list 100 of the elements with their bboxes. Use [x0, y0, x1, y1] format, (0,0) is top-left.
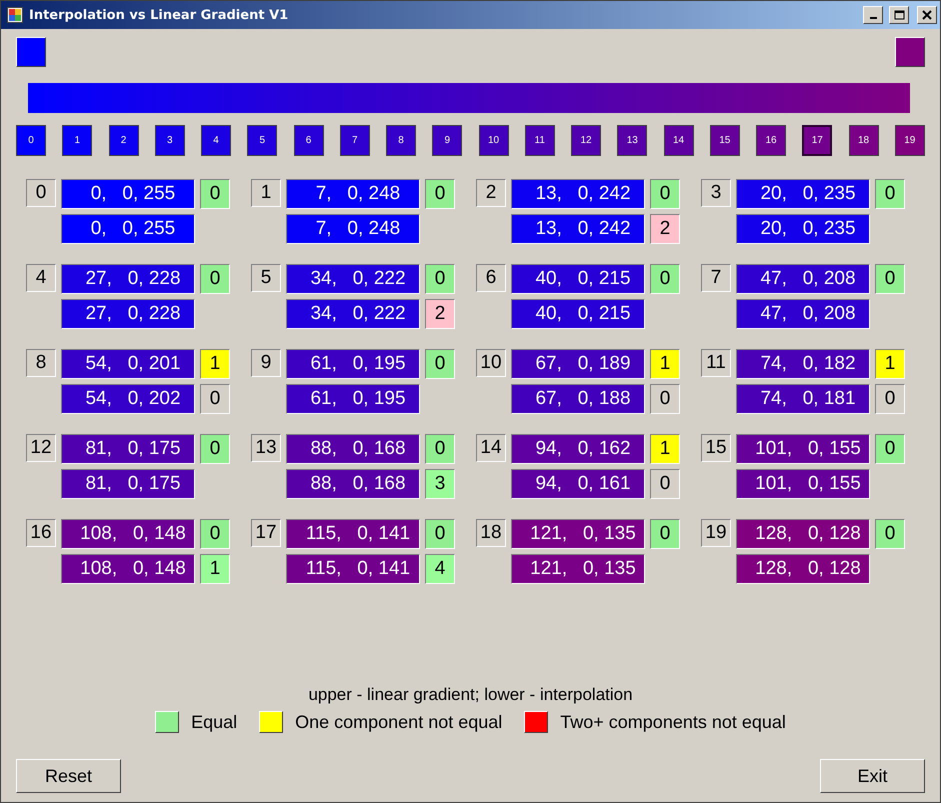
- difference-count: 0: [200, 384, 230, 414]
- legend-label: One component not equal: [295, 712, 502, 732]
- gradient-value: 47, 0, 208: [736, 264, 870, 294]
- difference-count: 0: [875, 264, 905, 294]
- color-swatch[interactable]: 17: [802, 125, 832, 156]
- difference-count: 0: [425, 349, 455, 379]
- difference-count: 0: [650, 469, 680, 499]
- color-swatch[interactable]: 4: [201, 125, 231, 156]
- window-title: Interpolation vs Linear Gradient V1: [29, 8, 290, 22]
- exit-button[interactable]: Exit: [820, 759, 925, 793]
- color-swatch[interactable]: 6: [294, 125, 324, 156]
- difference-count: 0: [425, 264, 455, 294]
- gradient-value: 108, 0, 148: [61, 519, 195, 549]
- index-label: 8: [26, 349, 56, 377]
- legend-label: Two+ components not equal: [560, 712, 786, 732]
- interpolated-value: 47, 0, 208: [736, 299, 870, 329]
- interpolated-value: 13, 0, 242: [511, 214, 645, 244]
- index-label: 9: [251, 349, 281, 377]
- minimize-icon: [870, 17, 876, 19]
- index-label: 3: [701, 179, 731, 207]
- interpolated-value: 128, 0, 128: [736, 554, 870, 584]
- maximize-button[interactable]: [889, 6, 909, 24]
- color-swatch[interactable]: 2: [108, 125, 138, 156]
- difference-count: 0: [650, 384, 680, 414]
- app-icon: [7, 7, 23, 23]
- color-swatch[interactable]: 7: [340, 125, 370, 156]
- index-label: 13: [251, 434, 281, 462]
- interpolated-value: 7, 0, 248: [286, 214, 420, 244]
- color-swatch[interactable]: 1: [62, 125, 92, 156]
- index-label: 5: [251, 264, 281, 292]
- color-swatch[interactable]: 9: [432, 125, 462, 156]
- color-swatch[interactable]: 18: [848, 125, 878, 156]
- gradient-value: 115, 0, 141: [286, 519, 420, 549]
- color-swatch[interactable]: 16: [756, 125, 786, 156]
- difference-count: 1: [650, 349, 680, 379]
- interpolated-value: 74, 0, 181: [736, 384, 870, 414]
- difference-count: 0: [875, 434, 905, 464]
- index-label: 10: [476, 349, 506, 377]
- color-swatch[interactable]: 10: [478, 125, 508, 156]
- index-label: 11: [701, 349, 731, 377]
- color-swatch[interactable]: 0: [16, 125, 46, 156]
- gradient-value: 74, 0, 182: [736, 349, 870, 379]
- start-color-swatch[interactable]: [16, 37, 46, 67]
- difference-count: 0: [875, 384, 905, 414]
- difference-count: 4: [425, 554, 455, 584]
- index-label: 19: [701, 519, 731, 547]
- difference-count: 1: [650, 434, 680, 464]
- interpolated-value: 81, 0, 175: [61, 469, 195, 499]
- gradient-value: 54, 0, 201: [61, 349, 195, 379]
- gradient-value: 101, 0, 155: [736, 434, 870, 464]
- color-swatch[interactable]: 11: [524, 125, 555, 156]
- color-swatch[interactable]: 12: [571, 125, 601, 156]
- index-label: 0: [26, 179, 56, 207]
- minimize-button[interactable]: [863, 6, 883, 24]
- interpolated-value: 115, 0, 141: [286, 554, 420, 584]
- difference-count: 2: [425, 299, 455, 329]
- color-swatch[interactable]: 14: [664, 125, 694, 156]
- index-label: 17: [251, 519, 281, 547]
- end-color-swatch[interactable]: [895, 37, 925, 67]
- index-label: 1: [251, 179, 281, 207]
- color-swatch[interactable]: 5: [247, 125, 278, 156]
- color-swatch[interactable]: 13: [617, 125, 648, 156]
- difference-count: 0: [425, 179, 455, 209]
- interpolated-value: 61, 0, 195: [286, 384, 420, 414]
- gradient-value: 40, 0, 215: [511, 264, 645, 294]
- gradient-value: 81, 0, 175: [61, 434, 195, 464]
- gradient-value: 88, 0, 168: [286, 434, 420, 464]
- difference-count: 1: [200, 554, 230, 584]
- close-button[interactable]: [917, 6, 937, 24]
- color-swatch[interactable]: 19: [894, 125, 925, 156]
- interpolated-value: 54, 0, 202: [61, 384, 195, 414]
- index-label: 12: [26, 434, 56, 462]
- reset-button[interactable]: Reset: [16, 759, 121, 793]
- caption: upper - linear gradient; lower - interpolation: [307, 685, 634, 705]
- close-icon: [922, 10, 932, 20]
- difference-count: 0: [200, 434, 230, 464]
- interpolated-value: 101, 0, 155: [736, 469, 870, 499]
- interpolated-value: 108, 0, 148: [61, 554, 195, 584]
- gradient-value: 20, 0, 235: [736, 179, 870, 209]
- color-swatch[interactable]: 8: [386, 125, 416, 156]
- gradient-value: 34, 0, 222: [286, 264, 420, 294]
- gradient-value: 0, 0, 255: [61, 179, 195, 209]
- maximize-icon: [894, 10, 904, 20]
- difference-count: 3: [425, 469, 455, 499]
- gradient-value: 61, 0, 195: [286, 349, 420, 379]
- index-label: 4: [26, 264, 56, 292]
- interpolated-value: 34, 0, 222: [286, 299, 420, 329]
- difference-count: 0: [650, 179, 680, 209]
- index-label: 6: [476, 264, 506, 292]
- gradient-value: 27, 0, 228: [61, 264, 195, 294]
- interpolated-value: 40, 0, 215: [511, 299, 645, 329]
- interpolated-value: 67, 0, 188: [511, 384, 645, 414]
- color-swatch[interactable]: 15: [710, 125, 740, 156]
- legend-label: Equal: [191, 712, 238, 732]
- color-swatch[interactable]: 3: [154, 125, 185, 156]
- difference-count: 2: [650, 214, 680, 244]
- difference-count: 1: [875, 349, 905, 379]
- difference-count: 0: [200, 264, 230, 294]
- difference-count: 0: [200, 519, 230, 549]
- index-label: 16: [26, 519, 56, 547]
